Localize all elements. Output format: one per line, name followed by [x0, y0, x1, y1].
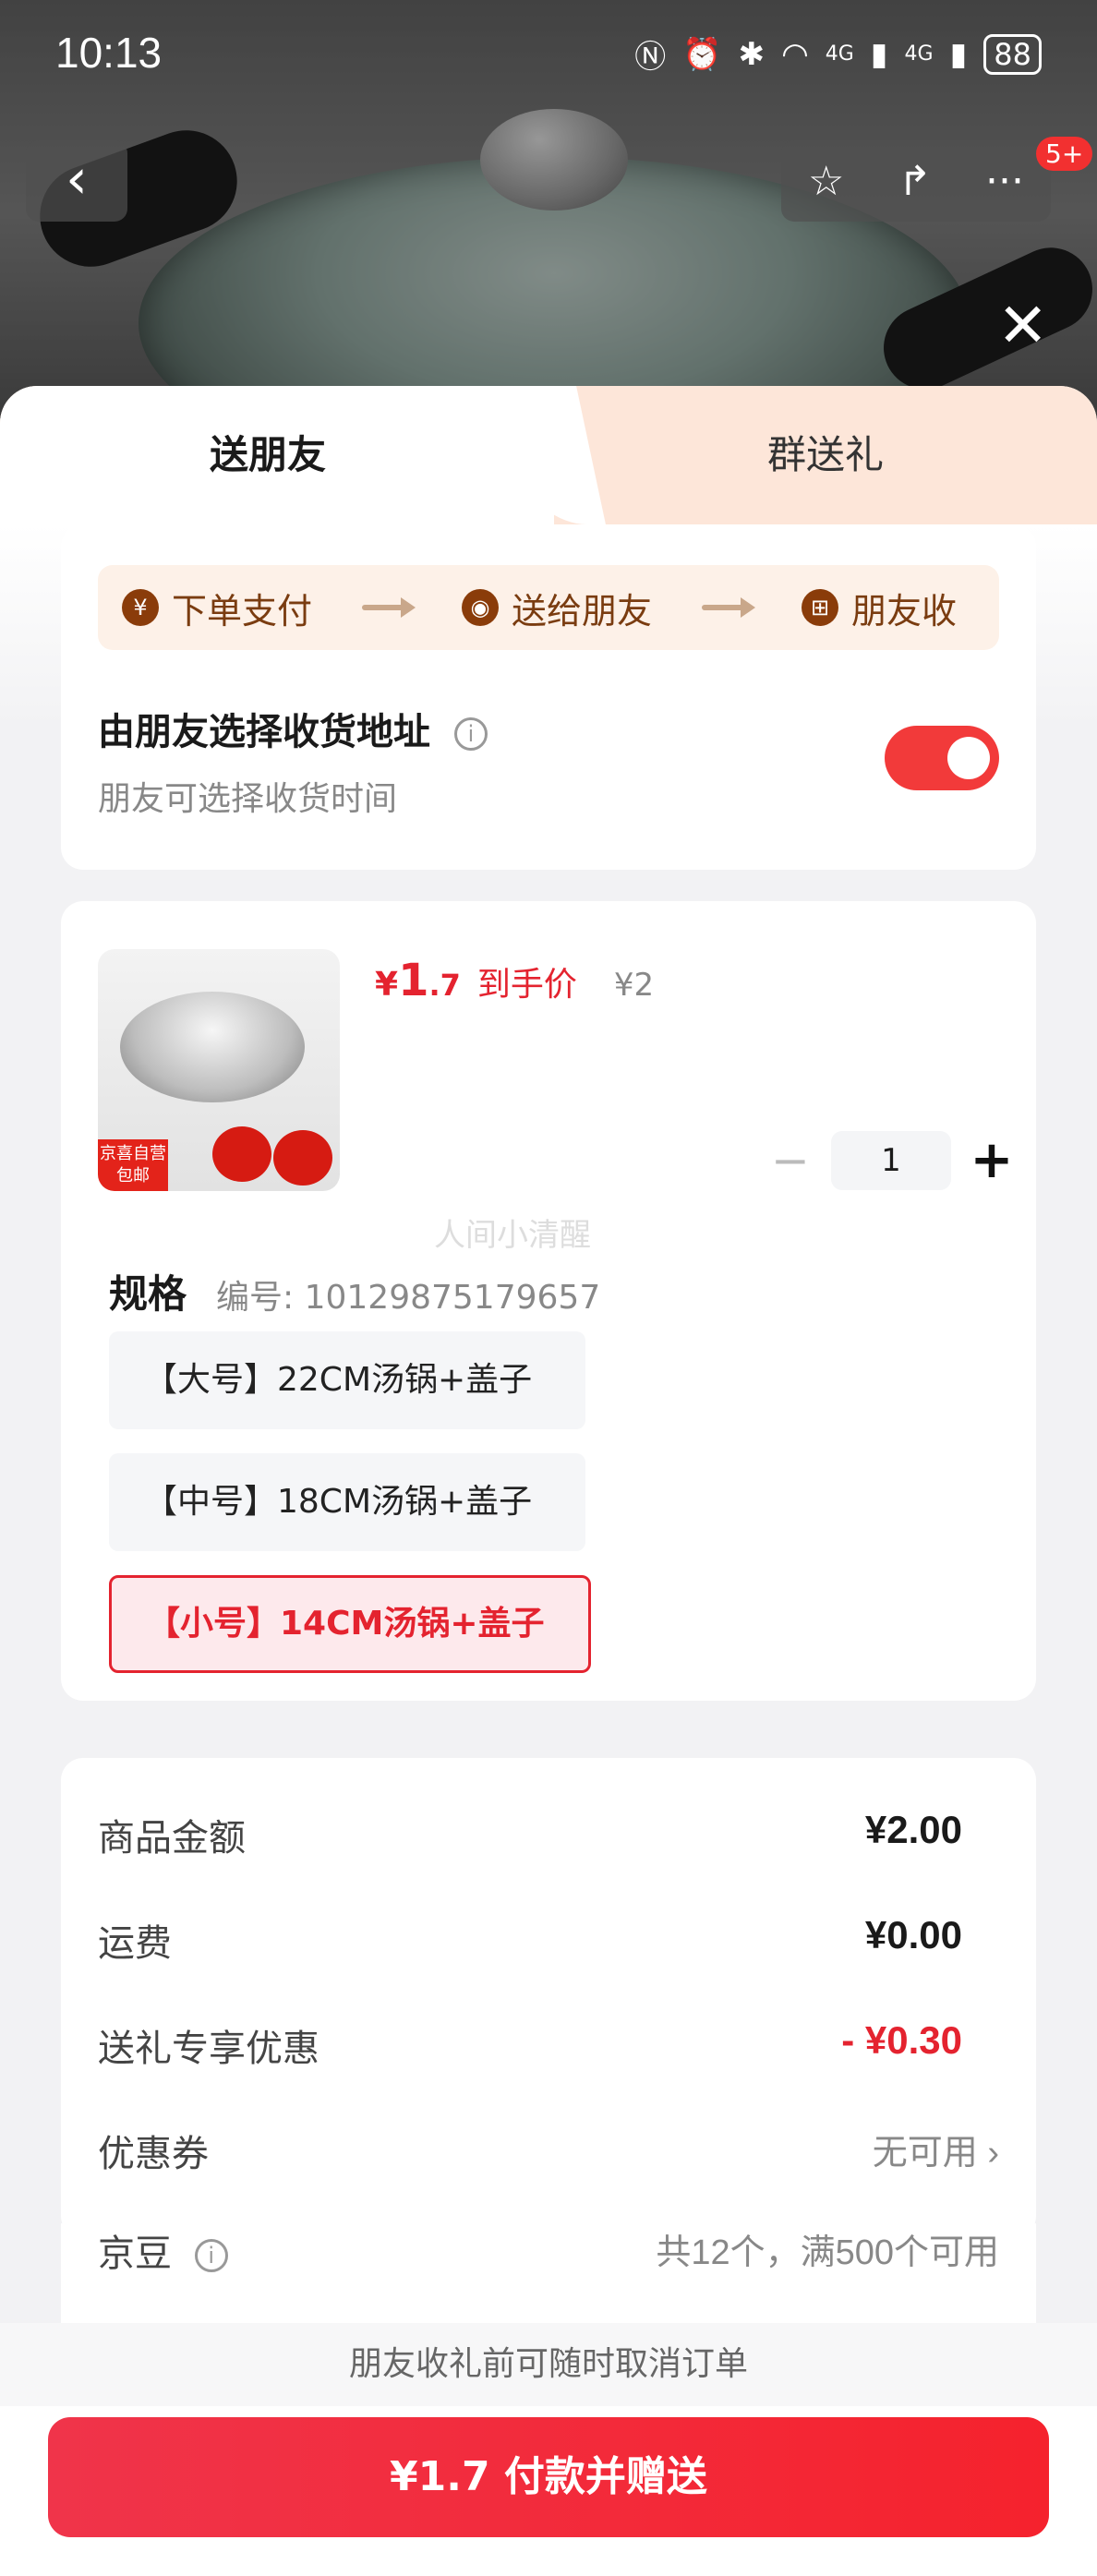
tomato-image: [273, 1130, 332, 1186]
more-badge: 5+: [1036, 137, 1093, 171]
free-shipping-tag: 京喜自营 包邮: [98, 1139, 168, 1191]
status-bar: 10:13 Ⓝ ⏰ ✱ ◠ 4G ▮ 4G ▮ 88: [0, 0, 1097, 102]
pay-and-gift-button[interactable]: ¥1.7 付款并赠送: [48, 2417, 1049, 2537]
jingdou-card: 京豆 i 共12个，满500个可用: [61, 2223, 1036, 2325]
top-action-group: ☆ ↱ ···: [781, 140, 1051, 222]
info-icon[interactable]: i: [453, 717, 488, 751]
gift-sheet: 送朋友 群送礼 ¥ 下单支付 ◉ 送给朋友 ⊞ 朋友收 由朋友选择收货地址 i …: [0, 386, 1097, 2576]
quantity-stepper: − 1 +: [763, 1130, 1019, 1190]
address-option-title: 由朋友选择收货地址 i: [98, 702, 488, 755]
summary-label: 优惠券: [98, 2133, 209, 2175]
network-4g-label: 4G: [825, 42, 854, 66]
summary-row-shipping: 运费 ¥0.00: [98, 1913, 999, 1967]
tab-send-friend[interactable]: 送朋友: [0, 386, 554, 524]
spec-option-medium[interactable]: 【中号】18CM汤锅+盖子: [109, 1453, 585, 1551]
wechat-icon: ◉: [462, 589, 500, 626]
price-row: ¥ 1 .7 到手价 ¥2: [375, 955, 654, 1006]
summary-row-gift-discount: 送礼专享优惠 - ¥0.30: [98, 2018, 999, 2072]
nfc-icon: Ⓝ: [634, 39, 667, 76]
step-label: 下单支付: [172, 590, 313, 632]
final-price-label: 到手价: [476, 966, 577, 1004]
network-4g-label-2: 4G: [904, 42, 934, 66]
signal-icon-2: ▮: [949, 35, 968, 73]
jingdou-label: 京豆: [98, 2233, 172, 2275]
price-decimal: .7: [428, 968, 461, 1003]
increase-button[interactable]: +: [964, 1130, 1019, 1190]
close-sheet-icon[interactable]: ✕: [997, 295, 1048, 356]
summary-row-coupon[interactable]: 优惠券 无可用 ›: [98, 2124, 999, 2177]
step-pay: ¥ 下单支付: [122, 583, 312, 633]
price-summary-card: 商品金额 ¥2.00 运费 ¥0.00 送礼专享优惠 - ¥0.30 优惠券 无…: [61, 1758, 1036, 2238]
step-label: 送给朋友: [512, 590, 653, 632]
summary-value: - ¥0.30: [841, 2018, 962, 2062]
summary-label: 商品金额: [98, 1817, 246, 1860]
summary-value: 共12个，满500个可用: [656, 2233, 999, 2272]
summary-label: 送礼专享优惠: [98, 2028, 319, 2070]
price-integer: 1: [398, 955, 429, 1006]
share-icon[interactable]: ↱: [898, 158, 932, 205]
summary-row-jingdou: 京豆 i 共12个，满500个可用: [98, 2223, 999, 2277]
status-time: 10:13: [55, 29, 163, 77]
gift-icon: ⊞: [802, 589, 839, 626]
spec-code: 编号: 10129875179657: [216, 1279, 601, 1317]
step-label: 朋友收: [851, 590, 958, 632]
tab-group-gift[interactable]: 群送礼: [554, 386, 1097, 524]
step-send: ◉ 送给朋友: [462, 583, 652, 633]
product-thumbnail[interactable]: 京喜自营 包邮: [98, 949, 340, 1191]
gift-steps: ¥ 下单支付 ◉ 送给朋友 ⊞ 朋友收: [98, 565, 999, 650]
watermark: 人间小清醒: [434, 1217, 591, 1254]
yen-icon: ¥: [122, 589, 159, 626]
tomato-image: [212, 1126, 271, 1182]
summary-row-amount: 商品金额 ¥2.00: [98, 1808, 999, 1861]
spec-title: 规格: [109, 1271, 187, 1317]
bottom-bar: 朋友收礼前可随时取消订单 ¥1.7 付款并赠送: [0, 2323, 1097, 2576]
address-card: ¥ 下单支付 ◉ 送给朋友 ⊞ 朋友收 由朋友选择收货地址 i 朋友可选择收货时…: [61, 524, 1036, 870]
status-icons: Ⓝ ⏰ ✱ ◠ 4G ▮ 4G ▮ 88: [634, 31, 1042, 77]
decrease-button[interactable]: −: [763, 1134, 818, 1187]
friend-address-toggle[interactable]: [885, 726, 999, 790]
summary-value: ¥2.00: [864, 1808, 962, 1851]
summary-label: 京豆 i: [98, 2223, 228, 2277]
address-option-title-text: 由朋友选择收货地址: [98, 711, 430, 753]
info-icon[interactable]: i: [194, 2239, 228, 2272]
summary-value: 无可用 ›: [872, 2134, 999, 2173]
summary-label: 运费: [98, 1922, 172, 1965]
back-button[interactable]: ‹: [26, 140, 127, 222]
more-icon[interactable]: ···: [985, 158, 1024, 205]
signal-icon: ▮: [870, 35, 888, 73]
summary-value: ¥0.00: [864, 1913, 962, 1956]
alarm-icon: ⏰: [682, 35, 722, 73]
wifi-icon: ◠: [781, 35, 809, 73]
spec-card: 规格 编号: 10129875179657 【大号】22CM汤锅+盖子 【中号】…: [61, 1271, 1036, 1701]
bluetooth-icon: ✱: [738, 35, 765, 73]
spec-option-small[interactable]: 【小号】14CM汤锅+盖子: [109, 1575, 591, 1673]
quantity-value[interactable]: 1: [831, 1130, 951, 1190]
address-option-subtitle: 朋友可选择收货时间: [98, 780, 398, 818]
original-price: ¥2: [613, 967, 655, 1004]
toggle-knob: [947, 737, 990, 779]
arrow-right-icon: [362, 597, 416, 618]
chevron-left-icon: ‹: [66, 147, 88, 211]
spec-option-large[interactable]: 【大号】22CM汤锅+盖子: [109, 1331, 585, 1429]
arrow-right-icon: [702, 597, 756, 618]
step-receive: ⊞ 朋友收: [802, 583, 957, 633]
battery-icon: 88: [983, 33, 1042, 75]
favorite-star-icon[interactable]: ☆: [808, 158, 844, 205]
gift-tabs: 送朋友 群送礼: [0, 386, 1097, 524]
cancel-notice: 朋友收礼前可随时取消订单: [0, 2323, 1097, 2406]
pot-thumb-image: [120, 992, 305, 1102]
price-currency: ¥: [375, 966, 399, 1004]
